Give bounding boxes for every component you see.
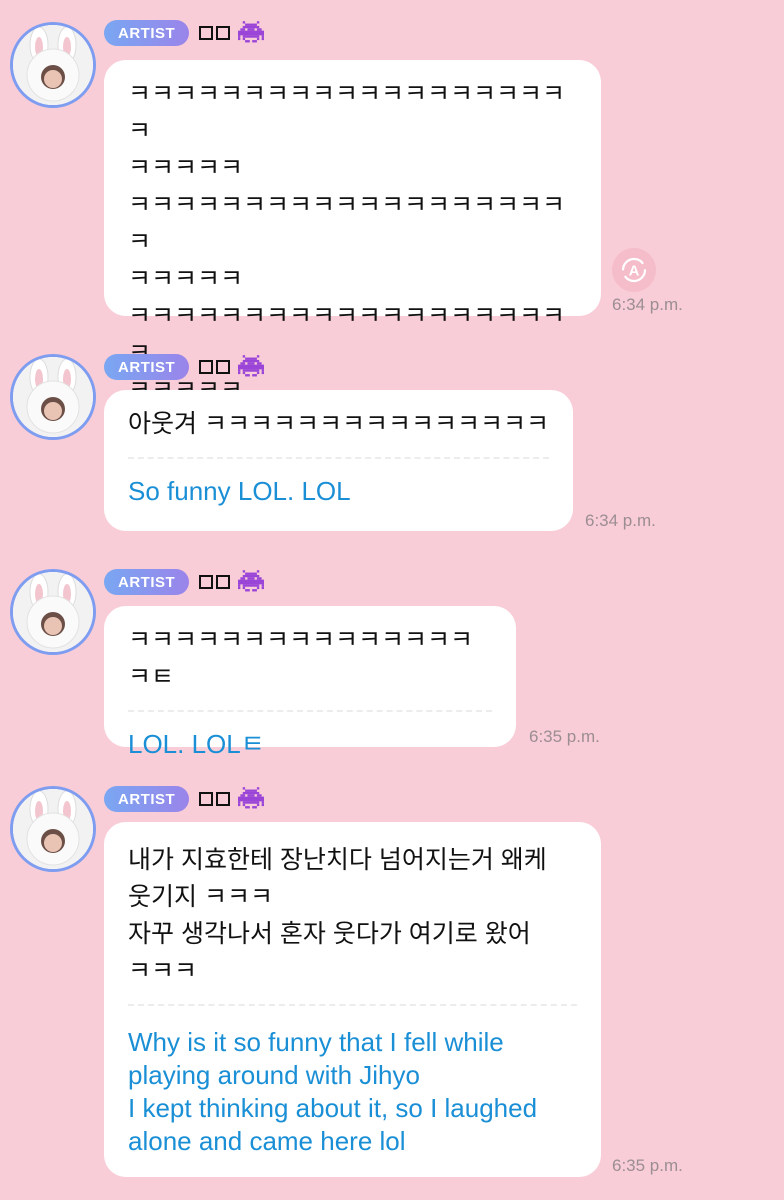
artist-badge: ARTIST [104, 569, 190, 595]
message-timestamp: 6:35 p.m. [612, 1156, 683, 1175]
translated-text: LOL. LOLㅌ [128, 729, 265, 759]
alien-monster-icon [238, 21, 265, 43]
message-timestamp: 6:34 p.m. [612, 295, 683, 314]
username-glyphs [199, 575, 231, 589]
message-text: 내가 지효한테 장난치다 넘어지는거 왜케 웃기지 ㅋㅋㅋ 자꾸 생각나서 혼자… [128, 846, 547, 985]
translation-divider [128, 710, 492, 712]
message-bubble[interactable]: ㅋㅋㅋㅋㅋㅋㅋㅋㅋㅋㅋㅋㅋㅋㅋㅋㅋㅋㅋㅋ ㅋㅋㅋㅋㅋ ㅋㅋㅋㅋㅋㅋㅋㅋㅋㅋㅋㅋㅋ… [104, 60, 601, 404]
avatar[interactable] [10, 354, 96, 440]
message-bubble[interactable]: ㅋㅋㅋㅋㅋㅋㅋㅋㅋㅋㅋㅋㅋㅋㅋㅋㅌ LOL. LOLㅌ [104, 606, 516, 759]
svg-text:A: A [629, 263, 640, 280]
message-meta: ARTIST [104, 786, 265, 812]
glyph-box [216, 26, 231, 40]
message-text: ㅋㅋㅋㅋㅋㅋㅋㅋㅋㅋㅋㅋㅋㅋㅋㅋㅌ [128, 626, 474, 691]
message-timestamp: 6:34 p.m. [585, 511, 656, 530]
message-text: 아웃겨 ㅋㅋㅋㅋㅋㅋㅋㅋㅋㅋㅋㅋㅋㅋㅋ [128, 410, 549, 438]
alien-monster-icon [238, 787, 265, 809]
glyph-box [216, 575, 231, 589]
avatar-image [13, 357, 93, 437]
username-glyphs [199, 360, 231, 374]
translation-divider [128, 1004, 577, 1006]
alien-monster-icon [238, 355, 265, 377]
artist-badge: ARTIST [104, 786, 190, 812]
translated-text: So funny LOL. LOL [128, 476, 351, 506]
avatar[interactable] [10, 786, 96, 872]
translate-button[interactable]: A [612, 248, 656, 292]
translate-icon: A [621, 257, 647, 283]
message-bubble[interactable]: 내가 지효한테 장난치다 넘어지는거 왜케 웃기지 ㅋㅋㅋ 자꾸 생각나서 혼자… [104, 822, 601, 1177]
translation-divider [128, 457, 549, 459]
artist-badge: ARTIST [104, 354, 190, 380]
glyph-box [199, 792, 214, 806]
message-meta: ARTIST [104, 569, 265, 595]
message-timestamp: 6:35 p.m. [529, 727, 600, 746]
glyph-box [216, 360, 231, 374]
username-glyphs [199, 792, 231, 806]
avatar-image [13, 789, 93, 869]
avatar-image [13, 25, 93, 105]
artist-badge: ARTIST [104, 20, 190, 46]
message-meta: ARTIST [104, 354, 265, 380]
username-glyphs [199, 26, 231, 40]
avatar-image [13, 572, 93, 652]
glyph-box [216, 792, 231, 806]
glyph-box [199, 26, 214, 40]
alien-monster-icon [238, 570, 265, 592]
avatar[interactable] [10, 569, 96, 655]
avatar[interactable] [10, 22, 96, 108]
message-meta: ARTIST [104, 20, 265, 46]
message-bubble[interactable]: 아웃겨 ㅋㅋㅋㅋㅋㅋㅋㅋㅋㅋㅋㅋㅋㅋㅋ So funny LOL. LOL [104, 390, 573, 531]
translated-text: Why is it so funny that I fell while pla… [128, 1027, 538, 1156]
glyph-box [199, 360, 214, 374]
glyph-box [199, 575, 214, 589]
